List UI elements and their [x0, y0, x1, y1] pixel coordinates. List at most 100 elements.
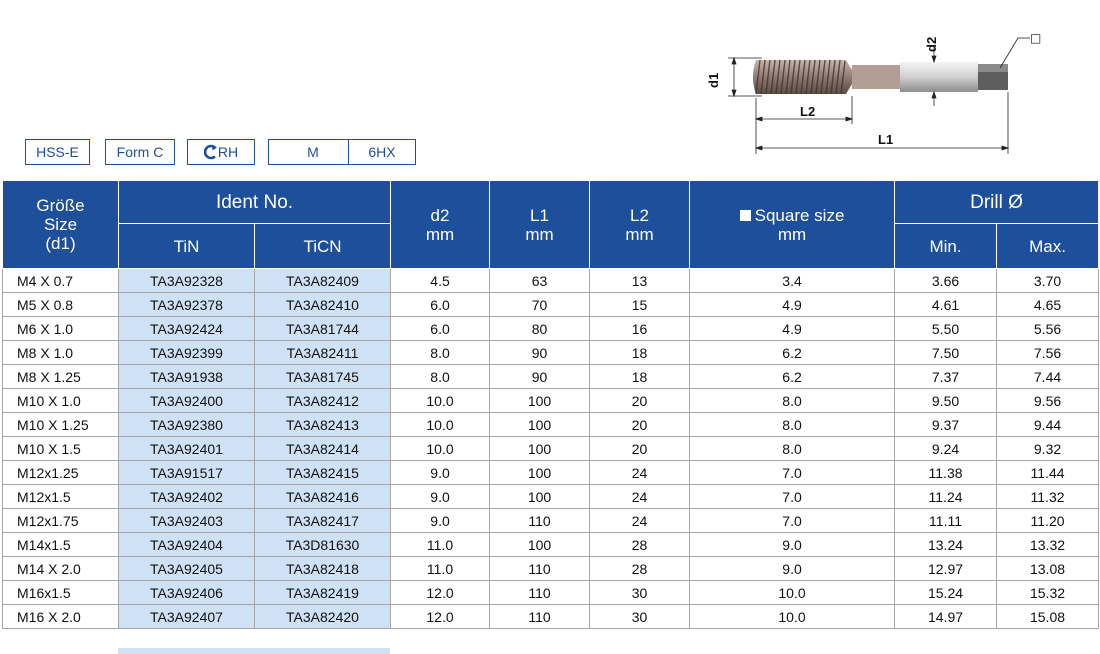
cell-l1: 110: [489, 508, 591, 533]
cell-l2: 30: [589, 580, 691, 605]
header-square-size: Square size mm: [689, 180, 896, 269]
cell-size: M4 X 0.7: [2, 268, 119, 293]
cell-tin: TA3A92328: [118, 268, 255, 293]
cell-l2: 20: [589, 412, 691, 437]
cell-l2: 24: [589, 484, 691, 509]
cell-square-size: 9.0: [689, 532, 896, 557]
cell-drill-min: 14.97: [894, 604, 998, 629]
cell-l1: 100: [489, 436, 591, 461]
table-row: M16x1.5 TA3A92406 TA3A82419 12.0 110 30 10.0 15…: [2, 580, 1100, 605]
badge-rotation-label: RH: [217, 144, 239, 160]
cell-size: M16x1.5: [2, 580, 119, 605]
table-body: M4 X 0.7 TA3A92328 TA3A82409 4.5 63 13 3.4 3.66…: [2, 268, 1100, 629]
cell-drill-min: 11.24: [894, 484, 998, 509]
d2-label: d2: [924, 37, 939, 52]
cell-drill-max: 15.08: [996, 604, 1100, 629]
cell-size: M8 X 1.25: [2, 364, 119, 389]
cell-drill-min: 13.24: [894, 532, 998, 557]
cell-tin: TA3A91517: [118, 460, 255, 485]
cell-tin: TA3A92403: [118, 508, 255, 533]
cell-ticn: TA3A81745: [253, 364, 392, 389]
cell-size: M6 X 1.0: [2, 316, 119, 341]
cell-d2: 6.0: [390, 292, 491, 317]
badge-rotation: RH: [187, 139, 255, 165]
tap-dimension-drawing: d1 d2 L2 L1 □: [706, 31, 1041, 154]
l2-label: L2: [800, 104, 815, 119]
tap-spec-table: Größe Size (d1) Ident No. d2 mm L1 mm L2 mm…: [2, 180, 1100, 629]
cell-ticn: TA3A82420: [253, 604, 392, 629]
cell-l2: 24: [589, 508, 691, 533]
cell-l1: 70: [489, 292, 591, 317]
cell-square-size: 3.4: [689, 268, 896, 293]
cell-ticn: TA3A82409: [253, 268, 392, 293]
table-row: M8 X 1.0 TA3A92399 TA3A82411 8.0 90 18 6.2 7.50…: [2, 340, 1100, 365]
cell-square-size: 6.2: [689, 364, 896, 389]
square-icon: [739, 209, 751, 221]
header-ticn: TiCN: [253, 223, 392, 269]
cell-drill-min: 9.24: [894, 436, 998, 461]
cell-drill-min: 11.11: [894, 508, 998, 533]
table-row: M12x1.75 TA3A92403 TA3A82417 9.0 110 24 7.0 11.…: [2, 508, 1100, 533]
cell-ticn: TA3A82416: [253, 484, 392, 509]
table-row: M12x1.25 TA3A91517 TA3A82415 9.0 100 24 7.0 11.…: [2, 460, 1100, 485]
cell-ticn: TA3A82415: [253, 460, 392, 485]
cell-l1: 100: [489, 460, 591, 485]
header-drill-max: Max.: [996, 223, 1100, 269]
cell-l2: 15: [589, 292, 691, 317]
cell-size: M16 X 2.0: [2, 604, 119, 629]
badge-thread: M: [268, 139, 358, 165]
cell-tin: TA3A92407: [118, 604, 255, 629]
cell-drill-max: 13.08: [996, 556, 1100, 581]
cell-d2: 12.0: [390, 604, 491, 629]
cell-size: M12x1.25: [2, 460, 119, 485]
table-row: M12x1.5 TA3A92402 TA3A82416 9.0 100 24 7.0 11.2…: [2, 484, 1100, 509]
cell-tin: TA3A92401: [118, 436, 255, 461]
cell-square-size: 7.0: [689, 484, 896, 509]
cell-l1: 110: [489, 580, 591, 605]
cell-l1: 110: [489, 604, 591, 629]
table-row: M14x1.5 TA3A92404 TA3D81630 11.0 100 28 9.0 13.…: [2, 532, 1100, 557]
cell-drill-min: 7.37: [894, 364, 998, 389]
cell-tin: TA3A92406: [118, 580, 255, 605]
header-drill-min: Min.: [894, 223, 998, 269]
cell-tin: TA3A92405: [118, 556, 255, 581]
cell-tin: TA3A92399: [118, 340, 255, 365]
cell-drill-min: 12.97: [894, 556, 998, 581]
cell-d2: 4.5: [390, 268, 491, 293]
cell-ticn: TA3A81744: [253, 316, 392, 341]
cell-drill-min: 7.50: [894, 340, 998, 365]
cell-l2: 20: [589, 436, 691, 461]
cell-square-size: 7.0: [689, 508, 896, 533]
cell-l2: 16: [589, 316, 691, 341]
cell-tin: TA3A92404: [118, 532, 255, 557]
cell-size: M10 X 1.25: [2, 412, 119, 437]
header-d2: d2 mm: [390, 180, 491, 269]
d1-label: d1: [706, 73, 721, 88]
cell-d2: 12.0: [390, 580, 491, 605]
cell-drill-max: 3.70: [996, 268, 1100, 293]
cell-square-size: 4.9: [689, 316, 896, 341]
right-hand-rotation-icon: [203, 144, 217, 160]
cell-d2: 11.0: [390, 556, 491, 581]
cell-l1: 110: [489, 556, 591, 581]
cell-l1: 80: [489, 316, 591, 341]
cell-size: M10 X 1.5: [2, 436, 119, 461]
cell-square-size: 8.0: [689, 388, 896, 413]
cell-l1: 100: [489, 484, 591, 509]
cell-ticn: TA3A82410: [253, 292, 392, 317]
cell-drill-min: 11.38: [894, 460, 998, 485]
badge-material: HSS-E: [25, 139, 90, 165]
header-ident: Ident No.: [117, 180, 392, 224]
cell-ticn: TA3A82414: [253, 436, 392, 461]
cell-ticn: TA3D81630: [253, 532, 392, 557]
cell-drill-max: 11.20: [996, 508, 1100, 533]
cell-size: M12x1.5: [2, 484, 119, 509]
l1-label: L1: [878, 132, 893, 147]
cell-square-size: 8.0: [689, 436, 896, 461]
cell-size: M5 X 0.8: [2, 292, 119, 317]
table-row: M4 X 0.7 TA3A92328 TA3A82409 4.5 63 13 3.4 3.66…: [2, 268, 1100, 293]
cell-l1: 100: [489, 412, 591, 437]
cell-size: M14x1.5: [2, 532, 119, 557]
header-tin: TiN: [118, 223, 255, 269]
ident-column-shade: [118, 648, 390, 654]
